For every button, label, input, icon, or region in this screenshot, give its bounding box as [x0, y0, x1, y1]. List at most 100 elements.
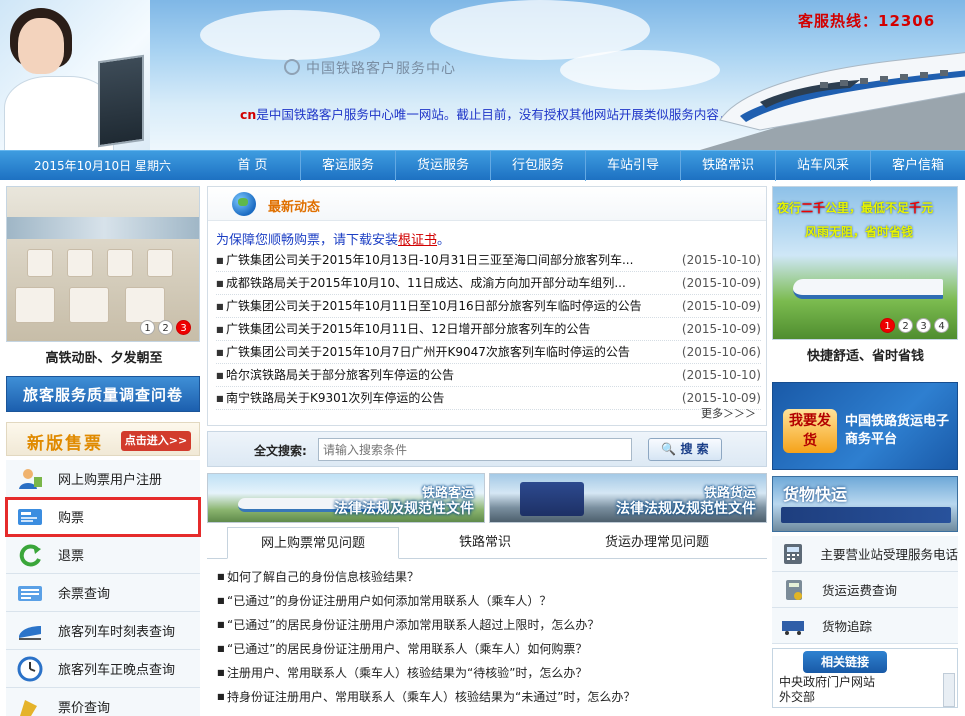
faq-item[interactable]: ■ 如何了解自己的身份信息核验结果？: [207, 565, 767, 589]
slogan-part: 公里，最低不足: [825, 201, 910, 215]
nav-station-style[interactable]: 站车风采: [775, 151, 870, 181]
news-item[interactable]: ■ 南宁铁路局关于K9301次列车停运的公告 (2015-10-09): [216, 387, 761, 410]
nav-parcel-service[interactable]: 行包服务: [490, 151, 585, 181]
news-item-title[interactable]: 成都铁路局关于2015年10月10、11日成达、成渝方向加开部分动车组列...: [226, 272, 665, 294]
ship-cargo-button[interactable]: 我要发货: [783, 409, 837, 453]
news-item-title[interactable]: 广铁集团公司关于2015年10月11日至10月16日部分旅客列车临时停运的公告: [226, 295, 665, 317]
faq-item[interactable]: ■ “已通过”的居民身份证注册用户添加常用联系人超过上限时，怎么办？: [207, 613, 767, 637]
news-title: 最新动态: [268, 200, 321, 215]
slide-caption: 快捷舒适、省时省钱: [806, 349, 924, 364]
slide-dot-1[interactable]: 1: [880, 318, 895, 333]
overnight-train-slideshow[interactable]: 夜行二千公里，最低不足千元 风雨无阻，省时省钱 1 2 3 4: [772, 186, 958, 340]
search-icon: 🔍: [661, 442, 677, 456]
freight-ecommerce-banner[interactable]: 我要发货 中国铁路货运电子商务平台: [772, 382, 958, 470]
menu-train-delay[interactable]: 旅客列车正晚点查询: [6, 650, 200, 688]
hotline: 客服热线：12306: [798, 12, 936, 30]
links-scrollbar[interactable]: [943, 673, 955, 707]
slide-dot-3[interactable]: 3: [176, 320, 191, 335]
tab-freight-faq[interactable]: 货运办理常见问题: [571, 527, 743, 559]
nav-station-guide[interactable]: 车站引导: [585, 151, 680, 181]
faq-item-text[interactable]: “已通过”的居民身份证注册用户添加常用联系人超过上限时，怎么办？: [227, 613, 599, 637]
related-links-panel: 相关链接 中央政府门户网站 外交部: [772, 648, 958, 708]
menu-user-register[interactable]: 网上购票用户注册: [6, 460, 200, 498]
search-button-label: 搜 索: [680, 442, 709, 456]
tab-railway-knowledge[interactable]: 铁路常识: [399, 527, 571, 559]
nav-home[interactable]: 首 页: [205, 151, 300, 181]
news-item-title[interactable]: 南宁铁路局关于K9301次列车停运的公告: [226, 387, 665, 409]
bullet-icon: ■: [216, 302, 224, 311]
faq-item[interactable]: ■ “已通过”的居民身份证注册用户、常用联系人（乘车人）如何购票？: [207, 637, 767, 661]
menu-buy-ticket[interactable]: 购票: [5, 497, 201, 537]
locomotive-image: [520, 482, 584, 516]
enter-button[interactable]: 点击进入>>: [121, 431, 191, 451]
news-item-title[interactable]: 广铁集团公司关于2015年10月11日、12日增开部分旅客列车的公告: [226, 318, 665, 340]
service-phone-item[interactable]: 主要营业站受理服务电话: [772, 536, 958, 572]
news-item[interactable]: ■ 广铁集团公司关于2015年10月11日、12日增开部分旅客列车的公告 (2015…: [216, 318, 761, 341]
news-item[interactable]: ■ 哈尔滨铁路局关于部分旅客列车停运的公告 (2015-10-10): [216, 364, 761, 387]
slide-slogan: 夜行二千公里，最低不足千元: [777, 199, 933, 216]
tab-online-ticket-faq[interactable]: 网上购票常见问题: [227, 527, 399, 559]
faq-item-text[interactable]: 如何了解自己的身份信息核验结果？: [227, 565, 419, 589]
bullet-icon: ■: [217, 692, 225, 701]
search-button[interactable]: 🔍 搜 索: [648, 438, 722, 461]
ticket-icon: [16, 504, 44, 530]
certificate-notice: 为保障您顺畅购票，请下载安装根证书。: [216, 229, 450, 248]
menu-remaining-tickets[interactable]: 余票查询: [6, 574, 200, 612]
nav-freight-service[interactable]: 货运服务: [395, 151, 490, 181]
nav-railway-knowledge[interactable]: 铁路常识: [680, 151, 775, 181]
root-certificate-link[interactable]: 根证书: [398, 233, 437, 248]
seat: [27, 249, 53, 277]
more-news-link[interactable]: 更多＞＞＞: [701, 405, 756, 421]
news-item[interactable]: ■ 广铁集团公司关于2015年10月13日-10月31日三亚至海口间部分旅客列车.…: [216, 249, 761, 272]
faq-item-text[interactable]: 持身份证注册用户、常用联系人（乘车人）核验结果为“未通过”时，怎么办？: [227, 685, 635, 709]
slide-dot-2[interactable]: 2: [898, 318, 913, 333]
faq-item-text[interactable]: “已通过”的身份证注册用户如何添加常用联系人（乘车人）？: [227, 589, 551, 613]
freight-regulations-banner[interactable]: 铁路货运 法律法规及规范性文件: [489, 473, 767, 523]
slide-dot-3[interactable]: 3: [916, 318, 931, 333]
cargo-tracking-item[interactable]: 货物追踪: [772, 608, 958, 644]
news-item[interactable]: ■ 广铁集团公司关于2015年10月7日广州开K9047次旅客列车临时停运的公告 (…: [216, 341, 761, 364]
faq-item[interactable]: ■ 持身份证注册用户、常用联系人（乘车人）核验结果为“未通过”时，怎么办？: [207, 685, 767, 709]
passenger-regulations-banner[interactable]: 铁路客运 法律法规及规范性文件: [207, 473, 485, 523]
search-input[interactable]: [318, 438, 632, 461]
slide-dot-1[interactable]: 1: [140, 320, 155, 335]
menu-ticket-price[interactable]: 票价查询: [6, 688, 200, 716]
site-logo-text: 中国铁路客户服务中心: [306, 61, 456, 77]
seat: [67, 249, 93, 277]
slide-caption: 高铁动卧、夕发朝至: [45, 351, 163, 366]
slide-dot-4[interactable]: 4: [934, 318, 949, 333]
slogan-part: 元: [921, 201, 934, 215]
menu-refund-ticket[interactable]: 退票: [6, 536, 200, 574]
news-item[interactable]: ■ 广铁集团公司关于2015年10月11日至10月16日部分旅客列车临时停运的公告…: [216, 295, 761, 318]
nav-customer-mailbox[interactable]: 客户信箱: [870, 151, 965, 181]
news-item[interactable]: ■ 成都铁路局关于2015年10月10、11日成达、成渝方向加开部分动车组列...…: [216, 272, 761, 295]
sleeper-train-slideshow[interactable]: 1 2 3: [6, 186, 200, 342]
bullet-icon: ■: [217, 596, 225, 605]
service-agent-image: [0, 0, 150, 150]
clock-icon: [16, 656, 44, 682]
cert-prefix: 为保障您顺畅购票，请下载安装: [216, 233, 399, 248]
globe-icon: [232, 192, 256, 216]
new-ticketing-banner[interactable]: 新版售票 点击进入>>: [6, 422, 200, 456]
link-foreign-ministry[interactable]: 外交部: [779, 690, 875, 705]
faq-item-text[interactable]: 注册用户、常用联系人（乘车人）核验结果为“待核验”时，怎么办？: [227, 661, 587, 685]
menu-train-schedule[interactable]: 旅客列车时刻表查询: [6, 612, 200, 650]
express-cargo-banner[interactable]: 货物快运: [772, 476, 958, 532]
link-central-government[interactable]: 中央政府门户网站: [779, 675, 875, 690]
slogan-highlight: 二千: [801, 201, 826, 215]
refund-icon: [16, 542, 44, 568]
freight-fee-item[interactable]: 货运运费查询: [772, 572, 958, 608]
faq-item[interactable]: ■ “已通过”的身份证注册用户如何添加常用联系人（乘车人）？: [207, 589, 767, 613]
faq-item[interactable]: ■ 注册用户、常用联系人（乘车人）核验结果为“待核验”时，怎么办？: [207, 661, 767, 685]
faq-tabs: 网上购票常见问题 铁路常识 货运办理常见问题: [207, 527, 767, 559]
service-label: 货物追踪: [822, 619, 873, 634]
slide-dot-2[interactable]: 2: [158, 320, 173, 335]
faq-item-text[interactable]: “已通过”的居民身份证注册用户、常用联系人（乘车人）如何购票？: [227, 637, 587, 661]
bullet-icon: ■: [216, 256, 224, 265]
news-item-title[interactable]: 广铁集团公司关于2015年10月13日-10月31日三亚至海口间部分旅客列车..…: [226, 249, 665, 271]
news-item-title[interactable]: 广铁集团公司关于2015年10月7日广州开K9047次旅客列车临时停运的公告: [226, 341, 665, 363]
user-register-icon: [16, 466, 44, 492]
service-survey-button[interactable]: 旅客服务质量调查问卷: [6, 376, 200, 412]
news-item-title[interactable]: 哈尔滨铁路局关于部分旅客列车停运的公告: [226, 364, 665, 386]
nav-passenger-service[interactable]: 客运服务: [300, 151, 395, 181]
